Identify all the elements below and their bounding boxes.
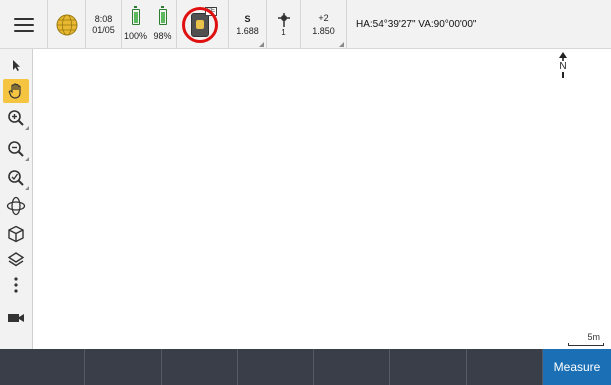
zoom-out-icon (8, 141, 24, 157)
highlight-circle (182, 7, 218, 43)
pan-tool[interactable] (3, 79, 29, 103)
battery-status[interactable]: 100% 98% (122, 0, 177, 49)
softkey-3[interactable] (162, 349, 238, 385)
softkey-2[interactable] (85, 349, 162, 385)
scale-label: 5m (587, 332, 600, 342)
target-label: 1 (281, 27, 286, 37)
instrument-button[interactable]: SE (177, 0, 229, 49)
scale-bar: 5m (568, 332, 604, 346)
measure-button[interactable]: Measure (543, 349, 611, 385)
corner-indicator (339, 42, 344, 47)
select-tool[interactable] (3, 53, 29, 77)
globe-button[interactable] (48, 0, 86, 49)
hamburger-menu-icon (13, 17, 34, 32)
north-label: N (559, 61, 567, 72)
orbit-tool[interactable] (3, 194, 29, 218)
hand-icon (8, 83, 21, 99)
battery-icon (131, 6, 140, 25)
date-label: 01/05 (92, 24, 115, 35)
zoom-in-tool[interactable] (3, 106, 29, 130)
north-tail-icon (562, 72, 564, 78)
video-camera-icon (8, 314, 24, 322)
app-window: 8:08 01/05 100% 98% SE S 1.688 1 +2 1.85… (0, 0, 611, 385)
corner-indicator (259, 42, 264, 47)
angles-readout[interactable]: HA:54°39'27" VA:90°00'00" (347, 0, 611, 49)
battery-icon (158, 6, 167, 25)
s-value: 1.688 (236, 25, 259, 36)
layers-icon (7, 252, 25, 267)
height-value: 1.850 (312, 25, 335, 36)
softkey-bar: Measure (0, 349, 611, 385)
zoom-extents-icon (8, 170, 24, 186)
battery-1-label: 100% (123, 31, 148, 41)
s-label: S (244, 13, 251, 24)
more-vertical-icon (14, 277, 18, 293)
height-offset: +2 (318, 12, 329, 23)
softkey-5[interactable] (314, 349, 390, 385)
battery-2: 98% (149, 6, 176, 49)
pointer-icon (13, 60, 20, 71)
softkey-1[interactable] (0, 349, 85, 385)
zoom-in-icon (8, 110, 24, 126)
zoom-extents-tool[interactable] (3, 166, 29, 190)
layers-tool[interactable] (3, 248, 29, 272)
datetime[interactable]: 8:08 01/05 (86, 0, 122, 49)
battery-1: 100% (122, 6, 149, 49)
zoom-out-tool[interactable] (3, 137, 29, 161)
more-tool[interactable] (3, 273, 29, 297)
softkey-7[interactable] (467, 349, 543, 385)
height-status[interactable]: +2 1.850 (301, 0, 347, 49)
orbit-icon (6, 196, 26, 216)
globe-icon (56, 14, 77, 35)
status-bar: 8:08 01/05 100% 98% SE S 1.688 1 +2 1.85… (0, 0, 611, 49)
angles-text: HA:54°39'27" VA:90°00'00" (356, 19, 477, 30)
prism-target-icon (277, 12, 290, 27)
map-canvas[interactable] (34, 50, 611, 349)
cube-icon (8, 225, 24, 243)
submenu-indicator (25, 157, 29, 161)
time-label: 8:08 (94, 13, 113, 24)
submenu-indicator (25, 186, 29, 190)
softkey-4[interactable] (238, 349, 314, 385)
camera-tool[interactable] (3, 306, 29, 330)
view-cube-tool[interactable] (3, 222, 29, 246)
battery-2-label: 98% (153, 31, 172, 41)
map-toolbar (0, 49, 33, 349)
north-arrow: N (557, 52, 569, 80)
target-status[interactable]: 1 (267, 0, 301, 49)
scale-line (568, 343, 604, 346)
menu-button[interactable] (0, 0, 48, 49)
north-arrow-icon (559, 52, 567, 61)
s-value-status[interactable]: S 1.688 (229, 0, 267, 49)
submenu-indicator (25, 126, 29, 130)
softkey-6[interactable] (390, 349, 467, 385)
